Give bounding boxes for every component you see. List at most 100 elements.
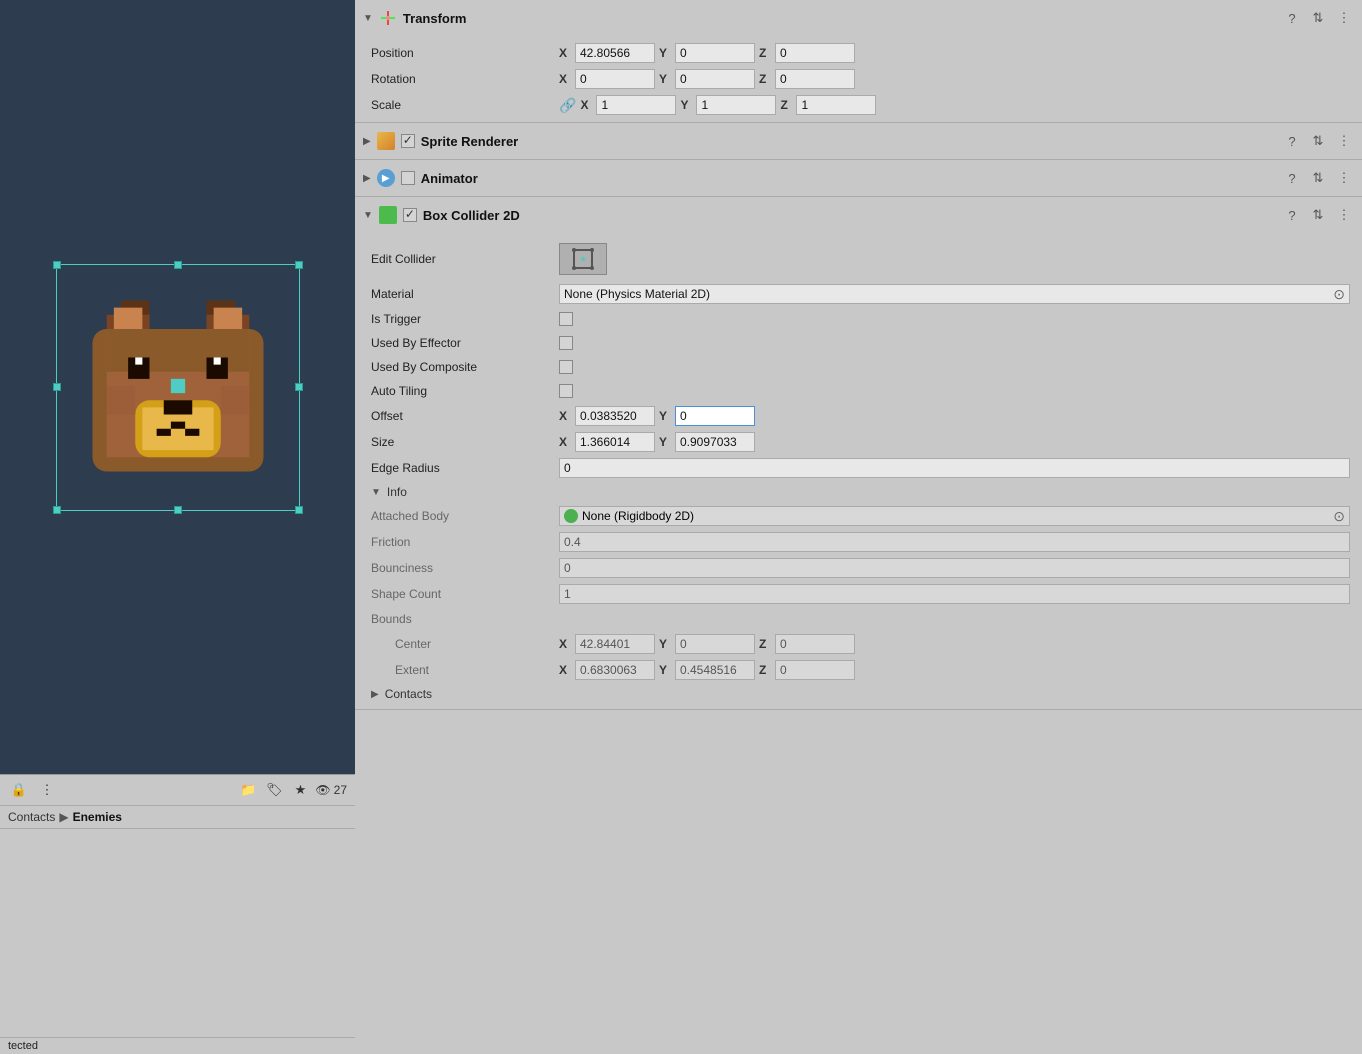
transform-toggle[interactable] xyxy=(363,13,373,24)
position-y-input[interactable] xyxy=(675,43,755,63)
scale-values: 🔗 X Y Z xyxy=(559,95,1350,115)
auto-tiling-values xyxy=(559,384,1350,398)
handle-br[interactable] xyxy=(295,506,303,514)
star-icon-button[interactable]: ★ xyxy=(289,779,311,801)
material-field[interactable]: None (Physics Material 2D) ⊙ xyxy=(559,284,1350,304)
used-by-composite-values xyxy=(559,360,1350,374)
position-label: Position xyxy=(371,46,551,60)
box-collider-menu-btn[interactable]: ⋮ xyxy=(1334,205,1354,225)
bounds-label: Bounds xyxy=(371,612,551,626)
edit-collider-icon xyxy=(571,247,595,271)
handle-tr[interactable] xyxy=(295,261,303,269)
edit-collider-button[interactable] xyxy=(559,243,607,275)
friction-label: Friction xyxy=(371,535,551,549)
animator-help-btn[interactable]: ? xyxy=(1282,168,1302,188)
sprite-renderer-header[interactable]: Sprite Renderer ? ⇅ ⋮ xyxy=(355,123,1362,159)
more-options-button[interactable]: ⋮ xyxy=(36,779,58,801)
extent-x-label: X xyxy=(559,663,571,677)
is-trigger-checkbox[interactable] xyxy=(559,312,573,326)
rotation-z-input[interactable] xyxy=(775,69,855,89)
sprite-renderer-help-btn[interactable]: ? xyxy=(1282,131,1302,151)
box-collider-enabled[interactable] xyxy=(403,208,417,222)
position-x-input[interactable] xyxy=(575,43,655,63)
animator-enabled[interactable] xyxy=(401,171,415,185)
sprite-container xyxy=(64,272,292,503)
size-y-input[interactable] xyxy=(675,432,755,452)
rotation-z-label: Z xyxy=(759,72,771,86)
animator-toggle[interactable] xyxy=(363,173,371,184)
offset-x-input[interactable] xyxy=(575,406,655,426)
handle-bm[interactable] xyxy=(174,506,182,514)
handle-bl[interactable] xyxy=(53,506,61,514)
animator-settings-btn[interactable]: ⇅ xyxy=(1308,168,1328,188)
auto-tiling-checkbox[interactable] xyxy=(559,384,573,398)
box-collider-title: Box Collider 2D xyxy=(423,208,1276,223)
scale-x-input[interactable] xyxy=(596,95,676,115)
box-collider-header[interactable]: Box Collider 2D ? ⇅ ⋮ xyxy=(355,197,1362,233)
rigidbody-icon xyxy=(564,509,578,523)
center-x-label: X xyxy=(559,637,571,651)
material-picker-icon[interactable]: ⊙ xyxy=(1333,286,1345,303)
folder-icon-button[interactable]: 📁 xyxy=(237,779,259,801)
sprite-renderer-menu-btn[interactable]: ⋮ xyxy=(1334,131,1354,151)
animator-menu-btn[interactable]: ⋮ xyxy=(1334,168,1354,188)
is-trigger-row: Is Trigger xyxy=(355,307,1362,331)
attached-body-picker-icon[interactable]: ⊙ xyxy=(1333,508,1345,525)
used-by-effector-checkbox[interactable] xyxy=(559,336,573,350)
box-collider-actions: ? ⇅ ⋮ xyxy=(1282,205,1354,225)
used-by-composite-checkbox[interactable] xyxy=(559,360,573,374)
handle-tm[interactable] xyxy=(174,261,182,269)
offset-label: Offset xyxy=(371,409,551,423)
rotation-x-input[interactable] xyxy=(575,69,655,89)
contacts-title: Contacts xyxy=(385,687,432,701)
scale-y-input[interactable] xyxy=(696,95,776,115)
label-icon-button[interactable]: 🏷 xyxy=(263,779,285,801)
box-collider-help-btn[interactable]: ? xyxy=(1282,205,1302,225)
contacts-header[interactable]: Contacts xyxy=(355,683,1362,705)
lock-button[interactable]: 🔒 xyxy=(8,779,30,801)
transform-help-btn[interactable]: ? xyxy=(1282,8,1302,28)
offset-values: X Y xyxy=(559,406,1350,426)
handle-tl[interactable] xyxy=(53,261,61,269)
box-collider-toggle[interactable] xyxy=(363,210,373,221)
collider-center-handle[interactable] xyxy=(174,383,182,391)
edit-collider-label: Edit Collider xyxy=(371,252,551,266)
animator-header[interactable]: ▶ Animator ? ⇅ ⋮ xyxy=(355,160,1362,196)
visibility-badge: 👁 27 xyxy=(315,783,347,797)
info-toggle[interactable] xyxy=(371,487,381,498)
edge-radius-input[interactable] xyxy=(559,458,1350,478)
used-by-effector-row: Used By Effector xyxy=(355,331,1362,355)
handle-ml[interactable] xyxy=(53,383,61,391)
attached-body-field[interactable]: None (Rigidbody 2D) ⊙ xyxy=(559,506,1350,526)
position-z-input[interactable] xyxy=(775,43,855,63)
handle-mr[interactable] xyxy=(295,383,303,391)
offset-y-input[interactable] xyxy=(675,406,755,426)
scale-z-input[interactable] xyxy=(796,95,876,115)
attached-body-row: Attached Body None (Rigidbody 2D) ⊙ xyxy=(355,503,1362,529)
size-x-input[interactable] xyxy=(575,432,655,452)
auto-tiling-label: Auto Tiling xyxy=(371,384,551,398)
file-list[interactable] xyxy=(0,829,355,1037)
breadcrumb-item-prefabs[interactable]: Contacts xyxy=(8,810,55,824)
transform-header[interactable]: Transform ? ⇅ ⋮ xyxy=(355,0,1362,36)
sprite-renderer-enabled[interactable] xyxy=(401,134,415,148)
info-header[interactable]: Info xyxy=(355,481,1362,503)
material-label: Material xyxy=(371,287,551,301)
contacts-toggle[interactable] xyxy=(371,689,379,700)
position-values: X Y Z xyxy=(559,43,1350,63)
transform-menu-btn[interactable]: ⋮ xyxy=(1334,8,1354,28)
sprite-renderer-toggle[interactable] xyxy=(363,136,371,147)
left-panel: 🔒 ⋮ 📁 🏷 ★ 👁 27 Contacts ▶ Enemies tected xyxy=(0,0,355,1054)
box-collider-section: Box Collider 2D ? ⇅ ⋮ Edit Collider xyxy=(355,197,1362,710)
offset-row: Offset X Y xyxy=(355,403,1362,429)
transform-settings-btn[interactable]: ⇅ xyxy=(1308,8,1328,28)
sprite-renderer-settings-btn[interactable]: ⇅ xyxy=(1308,131,1328,151)
scale-link-icon: 🔗 xyxy=(559,97,576,114)
size-row: Size X Y xyxy=(355,429,1362,455)
bottom-panel: 🔒 ⋮ 📁 🏷 ★ 👁 27 Contacts ▶ Enemies tected xyxy=(0,774,355,1054)
rotation-row: Rotation X Y Z xyxy=(355,66,1362,92)
box-collider-settings-btn[interactable]: ⇅ xyxy=(1308,205,1328,225)
rotation-y-input[interactable] xyxy=(675,69,755,89)
breadcrumb-item-enemies[interactable]: Enemies xyxy=(73,810,122,824)
transform-title: Transform xyxy=(403,11,1276,26)
